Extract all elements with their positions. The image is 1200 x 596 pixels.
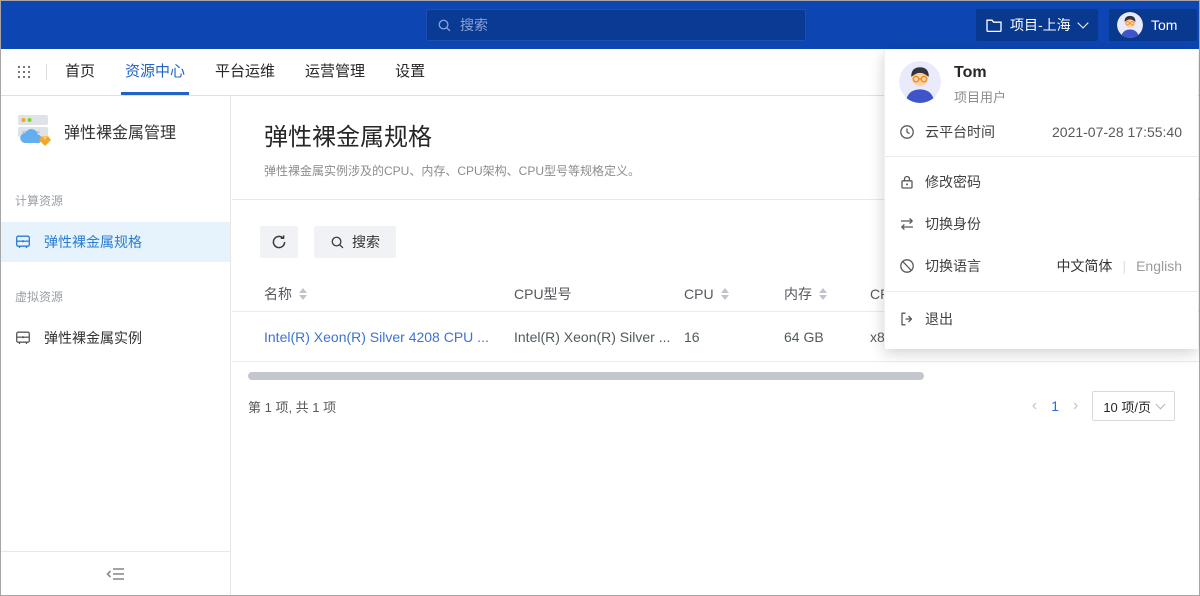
user-dropdown-panel: Tom 项目用户 云平台时间 2021-07-28 17:55:40 修改密码 …	[884, 49, 1198, 349]
sidebar-item-label: 弹性裸金属实例	[44, 328, 142, 348]
logout-icon	[899, 311, 915, 327]
menu-item-logout[interactable]: 退出	[885, 292, 1198, 346]
sidebar-item-bare-metal-flavor[interactable]: 弹性裸金属规格	[1, 222, 230, 262]
vault-icon	[15, 330, 31, 346]
chevron-down-icon	[1156, 400, 1166, 410]
pagination: 第 1 项, 共 1 项 ‹ 1 › 10 项/页	[232, 391, 1199, 421]
topbar: 项目-上海 Tom	[1, 1, 1199, 49]
module-title: 弹性裸金属管理	[64, 119, 176, 143]
module-header: 弹性裸金属管理	[1, 96, 230, 148]
nav-tab-home[interactable]: 首页	[61, 49, 99, 95]
lock-icon	[899, 174, 915, 190]
pagination-summary: 第 1 项, 共 1 项	[248, 397, 336, 416]
language-option-zh[interactable]: 中文简体	[1056, 256, 1112, 276]
menu-item-switch-identity[interactable]: 切换身份	[885, 203, 1198, 245]
search-icon	[330, 235, 345, 250]
nav-tab-platform-ops[interactable]: 平台运维	[211, 49, 279, 95]
avatar	[899, 61, 941, 103]
sidebar-item-bare-metal-instance[interactable]: 弹性裸金属实例	[1, 318, 230, 358]
section-label-compute: 计算资源	[15, 192, 216, 209]
platform-time-label: 云平台时间	[925, 122, 995, 142]
table-search-button[interactable]: 搜索	[314, 226, 396, 258]
user-name: Tom	[1151, 17, 1177, 33]
platform-time-value: 2021-07-28 17:55:40	[1052, 124, 1182, 140]
sort-icon[interactable]	[819, 288, 827, 300]
column-header-name[interactable]: 名称	[264, 284, 514, 304]
flavor-name-link[interactable]: Intel(R) Xeon(R) Silver 4208 CPU ...	[264, 329, 514, 345]
sort-icon[interactable]	[299, 288, 307, 300]
project-label: 项目-上海	[1010, 15, 1071, 35]
nav-tab-resource-center[interactable]: 资源中心	[121, 49, 189, 95]
sidebar-collapse-button[interactable]	[1, 551, 230, 595]
nav-separator	[46, 64, 47, 80]
page-size-select[interactable]: 10 项/页	[1092, 391, 1175, 421]
search-icon	[437, 18, 452, 33]
current-page-number[interactable]: 1	[1051, 398, 1059, 414]
user-menu-trigger[interactable]: Tom	[1109, 9, 1197, 41]
user-name: Tom	[954, 64, 1006, 82]
cell-cpu: 16	[684, 329, 784, 345]
menu-item-change-password[interactable]: 修改密码	[885, 161, 1198, 203]
search-button-label: 搜索	[352, 232, 380, 252]
swap-arrows-icon	[899, 216, 915, 232]
sidebar-item-label: 弹性裸金属规格	[44, 232, 142, 252]
vault-icon	[15, 234, 31, 250]
refresh-icon	[271, 234, 287, 250]
language-separator: |	[1122, 258, 1126, 274]
project-selector[interactable]: 项目-上海	[976, 9, 1098, 41]
global-search-box[interactable]	[426, 9, 806, 41]
column-header-memory[interactable]: 内存	[784, 284, 870, 304]
nav-tab-settings[interactable]: 设置	[391, 49, 429, 95]
chevron-down-icon	[1077, 17, 1088, 28]
sidebar: 弹性裸金属管理 计算资源 弹性裸金属规格 虚拟资源 弹性裸金属实例	[1, 96, 231, 595]
page-size-label: 10 项/页	[1103, 397, 1151, 416]
refresh-button[interactable]	[260, 226, 298, 258]
apps-grid-icon[interactable]	[17, 65, 31, 79]
sort-icon[interactable]	[721, 288, 729, 300]
column-header-cpu-model: CPU型号	[514, 284, 684, 304]
collapse-sidebar-icon	[106, 567, 125, 581]
next-page-button[interactable]: ›	[1073, 398, 1078, 414]
section-label-virtual: 虚拟资源	[15, 288, 216, 305]
globe-icon	[899, 258, 915, 274]
horizontal-scrollbar-thumb[interactable]	[248, 372, 924, 380]
column-header-cpu[interactable]: CPU	[684, 286, 784, 302]
menu-item-switch-language[interactable]: 切换语言 中文简体 | English	[885, 245, 1198, 287]
cell-memory: 64 GB	[784, 329, 870, 345]
folder-icon	[986, 18, 1002, 32]
user-role: 项目用户	[954, 87, 1006, 106]
platform-time-row: 云平台时间 2021-07-28 17:55:40	[885, 106, 1198, 156]
avatar	[1117, 12, 1143, 38]
clock-icon	[899, 124, 915, 140]
language-option-en[interactable]: English	[1136, 258, 1182, 274]
user-info: Tom 项目用户	[885, 49, 1198, 106]
nav-tab-operation-mgmt[interactable]: 运营管理	[301, 49, 369, 95]
prev-page-button[interactable]: ‹	[1032, 398, 1037, 414]
cell-cpu-model: Intel(R) Xeon(R) Silver ...	[514, 329, 684, 345]
bare-metal-module-icon	[15, 114, 53, 148]
global-search-input[interactable]	[460, 17, 795, 33]
